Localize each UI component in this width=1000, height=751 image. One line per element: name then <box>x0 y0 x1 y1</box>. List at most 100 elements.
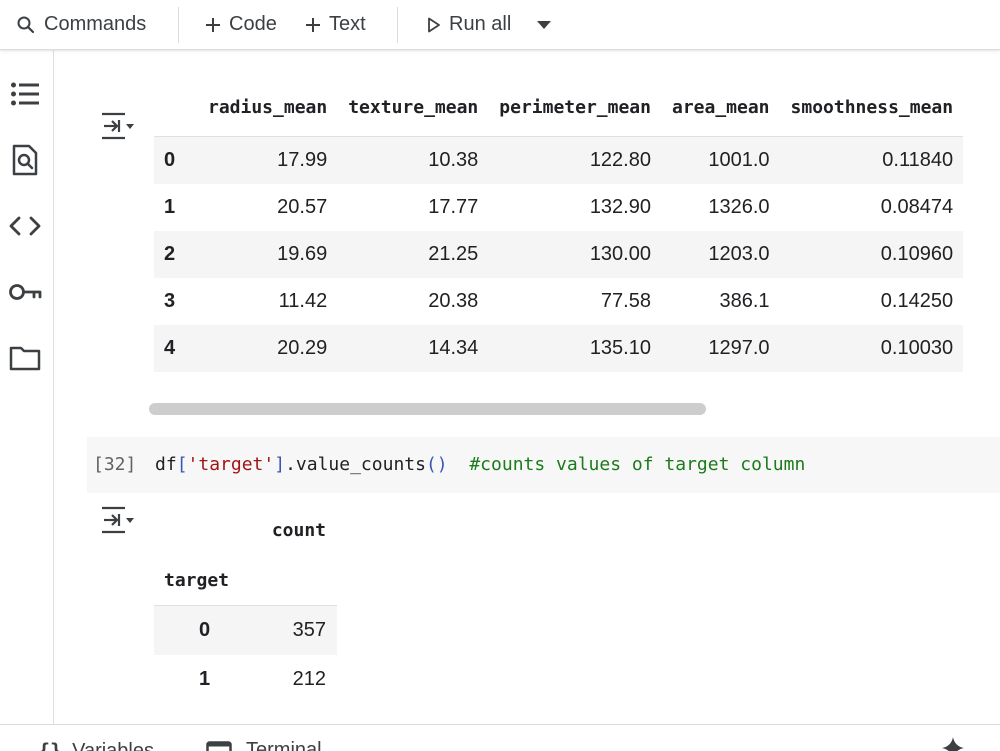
code-editor[interactable]: df['target'].value_counts() #counts valu… <box>155 437 805 493</box>
table-row: 0 17.99 10.38 122.80 1001.0 0.11840 <box>154 137 963 185</box>
table-row: 1 20.57 17.77 132.90 1326.0 0.08474 <box>154 184 963 231</box>
table-cell: 1326.0 <box>661 184 780 231</box>
table-cell: 1001.0 <box>661 137 780 185</box>
column-header: count <box>255 505 337 555</box>
table-of-contents-icon[interactable] <box>8 77 42 111</box>
table-cell: 10.38 <box>337 137 488 185</box>
add-text-label: Text <box>329 13 366 36</box>
row-index: 0 <box>154 606 255 656</box>
table-index-name-row: target <box>154 555 337 606</box>
row-index: 1 <box>154 184 197 231</box>
find-icon[interactable] <box>8 143 42 177</box>
code-token: () <box>426 454 448 475</box>
output-actions-icon[interactable] <box>99 505 135 535</box>
left-sidebar <box>0 50 54 725</box>
run-all-button[interactable]: Run all <box>427 0 511 49</box>
table-row: 3 11.42 20.38 77.58 386.1 0.14250 <box>154 278 963 325</box>
dataframe-table: radius_mean texture_mean perimeter_mean … <box>154 78 963 372</box>
table-cell: 0.08474 <box>780 184 964 231</box>
play-icon <box>427 17 441 33</box>
add-code-button[interactable]: Code <box>205 0 277 49</box>
table-cell: 122.80 <box>488 137 661 185</box>
table-cell: 0.10960 <box>780 231 964 278</box>
plus-icon <box>305 17 321 33</box>
table-cell: 212 <box>255 655 337 704</box>
dataframe-output: radius_mean texture_mean perimeter_mean … <box>154 78 1000 374</box>
run-all-label: Run all <box>449 13 511 36</box>
index-header <box>154 78 197 137</box>
table-cell: 21.25 <box>337 231 488 278</box>
table-row: 1 212 <box>154 655 337 704</box>
code-string: 'target' <box>188 454 275 475</box>
code-comment: #counts values of target column <box>469 454 805 475</box>
commands-label: Commands <box>44 13 146 36</box>
row-index: 1 <box>154 655 255 704</box>
output-actions-icon[interactable] <box>99 111 135 141</box>
code-cell[interactable]: [32] df['target'].value_counts() #counts… <box>87 437 1000 493</box>
horizontal-scrollbar[interactable] <box>149 403 706 415</box>
table-cell: 130.00 <box>488 231 661 278</box>
variables-button[interactable]: {} Variables <box>38 739 154 751</box>
terminal-button[interactable]: Terminal <box>206 739 322 751</box>
terminal-icon <box>206 741 232 751</box>
table-cell: 20.29 <box>197 325 337 372</box>
code-token: .value_counts <box>285 454 426 475</box>
value-counts-table: count target 0 357 1 212 <box>154 505 337 704</box>
execution-count: [32] <box>93 437 136 493</box>
search-icon <box>16 15 36 35</box>
table-cell: 17.77 <box>337 184 488 231</box>
bottom-status-bar: {} Variables Terminal <box>0 724 1000 751</box>
table-cell: 132.90 <box>488 184 661 231</box>
row-index: 4 <box>154 325 197 372</box>
run-all-dropdown[interactable] <box>536 0 560 49</box>
code-snippets-icon[interactable] <box>8 209 42 243</box>
table-cell: 17.99 <box>197 137 337 185</box>
toolbar-divider <box>178 7 179 43</box>
value-counts-output: count target 0 357 1 212 <box>154 505 337 704</box>
table-cell: 77.58 <box>488 278 661 325</box>
column-header: radius_mean <box>197 78 337 137</box>
table-cell: 19.69 <box>197 231 337 278</box>
variables-label: Variables <box>72 740 154 751</box>
notebook-toolbar: Commands Code Text Run all <box>0 0 1000 50</box>
column-header: perimeter_mean <box>488 78 661 137</box>
folder-icon[interactable] <box>8 341 42 375</box>
column-header: smoothness_mean <box>780 78 964 137</box>
table-header-row: radius_mean texture_mean perimeter_mean … <box>154 78 963 137</box>
table-header-row: count <box>154 505 337 555</box>
code-token: ] <box>274 454 285 475</box>
table-cell: 386.1 <box>661 278 780 325</box>
table-cell: 0.10030 <box>780 325 964 372</box>
secrets-key-icon[interactable] <box>8 275 42 309</box>
add-text-button[interactable]: Text <box>305 0 366 49</box>
table-cell: 20.38 <box>337 278 488 325</box>
table-row: 4 20.29 14.34 135.10 1297.0 0.10030 <box>154 325 963 372</box>
row-index: 0 <box>154 137 197 185</box>
index-name: target <box>154 555 255 606</box>
table-row: 0 357 <box>154 606 337 656</box>
dropdown-arrow-icon <box>536 20 552 30</box>
table-cell: 1203.0 <box>661 231 780 278</box>
table-cell: 357 <box>255 606 337 656</box>
gemini-sparkle-icon[interactable] <box>942 737 964 751</box>
terminal-label: Terminal <box>246 739 322 751</box>
table-cell: 135.10 <box>488 325 661 372</box>
column-header: texture_mean <box>337 78 488 137</box>
table-cell: 14.34 <box>337 325 488 372</box>
table-cell: 0.14250 <box>780 278 964 325</box>
code-token: [ <box>177 454 188 475</box>
toolbar-divider <box>397 7 398 43</box>
plus-icon <box>205 17 221 33</box>
column-header: area_mean <box>661 78 780 137</box>
variables-icon: {} <box>38 739 62 751</box>
index-name-spacer <box>255 555 337 606</box>
table-row: 2 19.69 21.25 130.00 1203.0 0.10960 <box>154 231 963 278</box>
commands-button[interactable]: Commands <box>16 0 146 49</box>
index-header <box>154 505 255 555</box>
table-cell: 1297.0 <box>661 325 780 372</box>
code-token: df <box>155 454 177 475</box>
table-cell: 11.42 <box>197 278 337 325</box>
row-index: 2 <box>154 231 197 278</box>
table-cell: 0.11840 <box>780 137 964 185</box>
table-cell: 20.57 <box>197 184 337 231</box>
